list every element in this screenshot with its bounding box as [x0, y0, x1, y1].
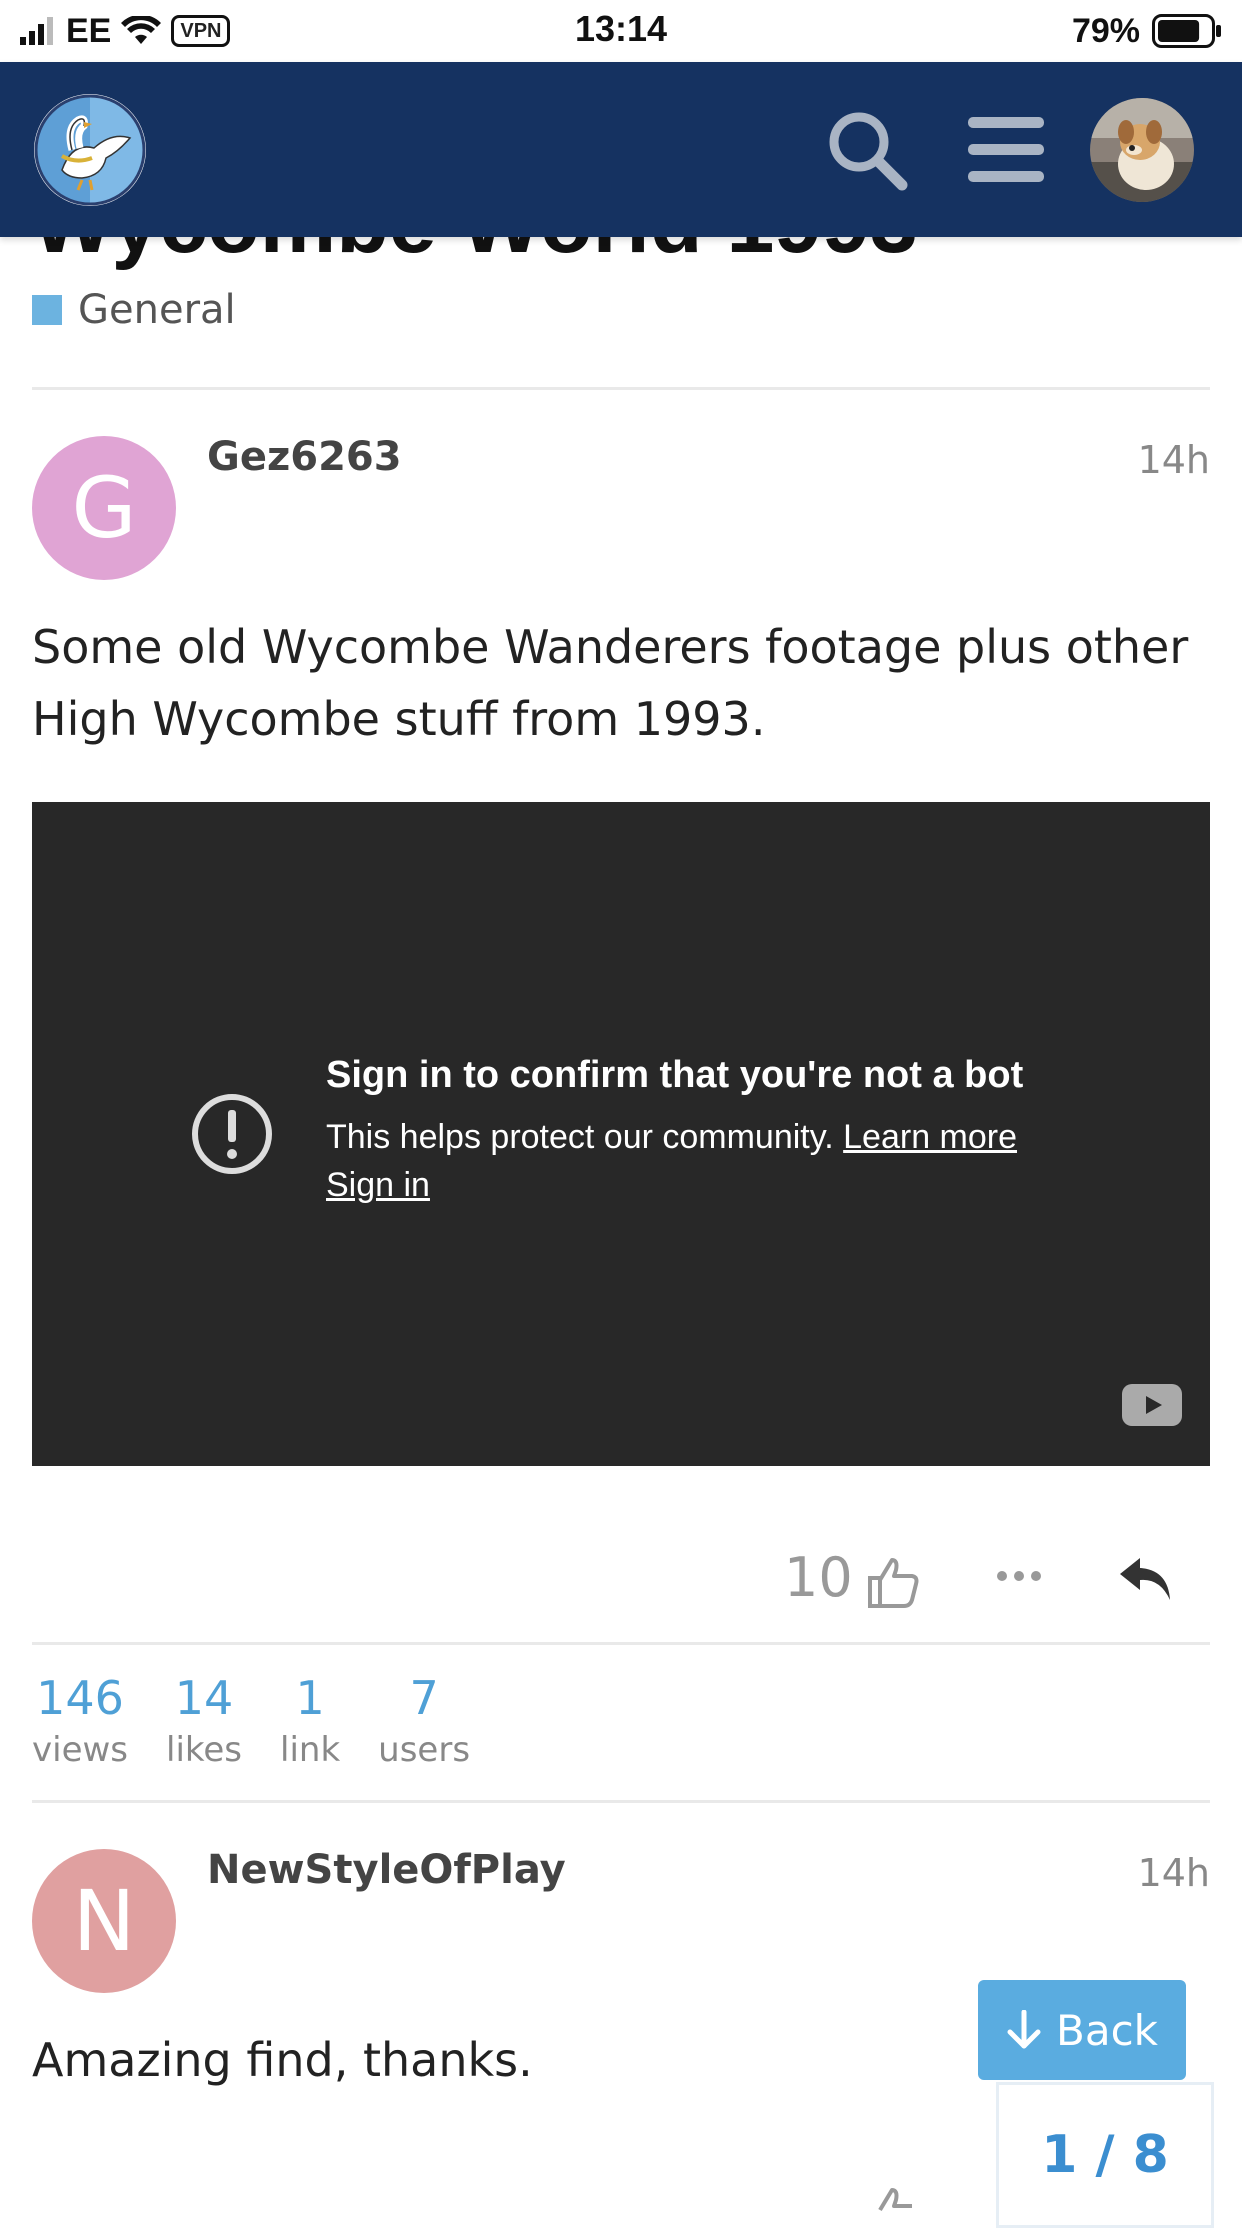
hamburger-menu-icon[interactable] — [968, 115, 1044, 185]
stat-number: 7 — [409, 1671, 439, 1725]
back-button-label: Back — [1056, 2005, 1158, 2055]
alert-circle-icon — [192, 1094, 272, 1174]
post-timestamp[interactable]: 14h — [1138, 1851, 1210, 1895]
post-timestamp[interactable]: 14h — [1138, 438, 1210, 482]
divider — [32, 387, 1210, 390]
post-body: Some old Wycombe Wanderers footage plus … — [32, 620, 1189, 746]
category-label: General — [78, 287, 236, 333]
post-author-username[interactable]: NewStyleOfPlay — [207, 1847, 566, 1893]
stat-label: link — [280, 1730, 341, 1770]
divider — [32, 1800, 1210, 1803]
back-button[interactable]: Back — [978, 1980, 1186, 2080]
topic-category[interactable]: General — [32, 287, 236, 333]
battery-icon — [1152, 14, 1221, 48]
stat-likes[interactable]: 14 likes — [166, 1670, 242, 1774]
more-options-icon[interactable] — [996, 1568, 1042, 1584]
youtube-logo-icon[interactable] — [1122, 1384, 1182, 1426]
sign-in-link[interactable]: Sign in — [326, 1166, 430, 1205]
battery-percent: 79% — [1071, 11, 1140, 50]
stat-number: 14 — [174, 1671, 234, 1725]
status-bar: EE VPN 13:14 79% — [0, 0, 1242, 62]
search-icon[interactable] — [824, 107, 910, 193]
video-subtitle: This helps protect our community. Learn … — [326, 1118, 1017, 1157]
video-subtitle-text: This helps protect our community. — [326, 1118, 834, 1156]
status-time: 13:14 — [574, 8, 668, 49]
like-thumbs-up-icon[interactable] — [866, 2184, 922, 2240]
stat-users[interactable]: 7 users — [378, 1670, 470, 1774]
reply-icon[interactable] — [1118, 1554, 1174, 1604]
stat-number: 146 — [36, 1671, 124, 1725]
stat-number: 1 — [295, 1671, 325, 1725]
embedded-video[interactable]: Sign in to confirm that you're not a bot… — [32, 802, 1210, 1466]
dog-photo-icon — [1090, 98, 1194, 202]
learn-more-link[interactable]: Learn more — [843, 1118, 1017, 1156]
site-header — [0, 62, 1242, 237]
topic-stats: 146 views 14 likes 1 link 7 users — [32, 1670, 470, 1774]
arrow-down-icon — [1007, 2010, 1041, 2049]
stat-links[interactable]: 1 link — [280, 1670, 340, 1774]
post-author-username[interactable]: Gez6263 — [207, 434, 402, 480]
post-author-avatar[interactable]: N — [32, 1849, 176, 1993]
post-actions: 10 — [0, 1540, 1242, 1620]
site-logo-icon[interactable] — [32, 92, 148, 208]
video-title: Sign in to confirm that you're not a bot — [326, 1054, 1024, 1096]
post-progress-indicator[interactable]: 1 / 8 — [996, 2082, 1214, 2228]
user-avatar[interactable] — [1090, 98, 1194, 202]
post-author-avatar[interactable]: G — [32, 436, 176, 580]
like-thumbs-up-icon[interactable] — [866, 1554, 922, 1610]
divider — [32, 1642, 1210, 1645]
status-right: 79% — [1072, 10, 1222, 52]
like-count[interactable]: 10 — [784, 1546, 853, 1609]
category-color-swatch — [32, 295, 62, 325]
stat-label: views — [32, 1730, 129, 1770]
stat-label: users — [378, 1730, 471, 1770]
stat-label: likes — [166, 1730, 243, 1770]
stat-views[interactable]: 146 views — [32, 1670, 128, 1774]
